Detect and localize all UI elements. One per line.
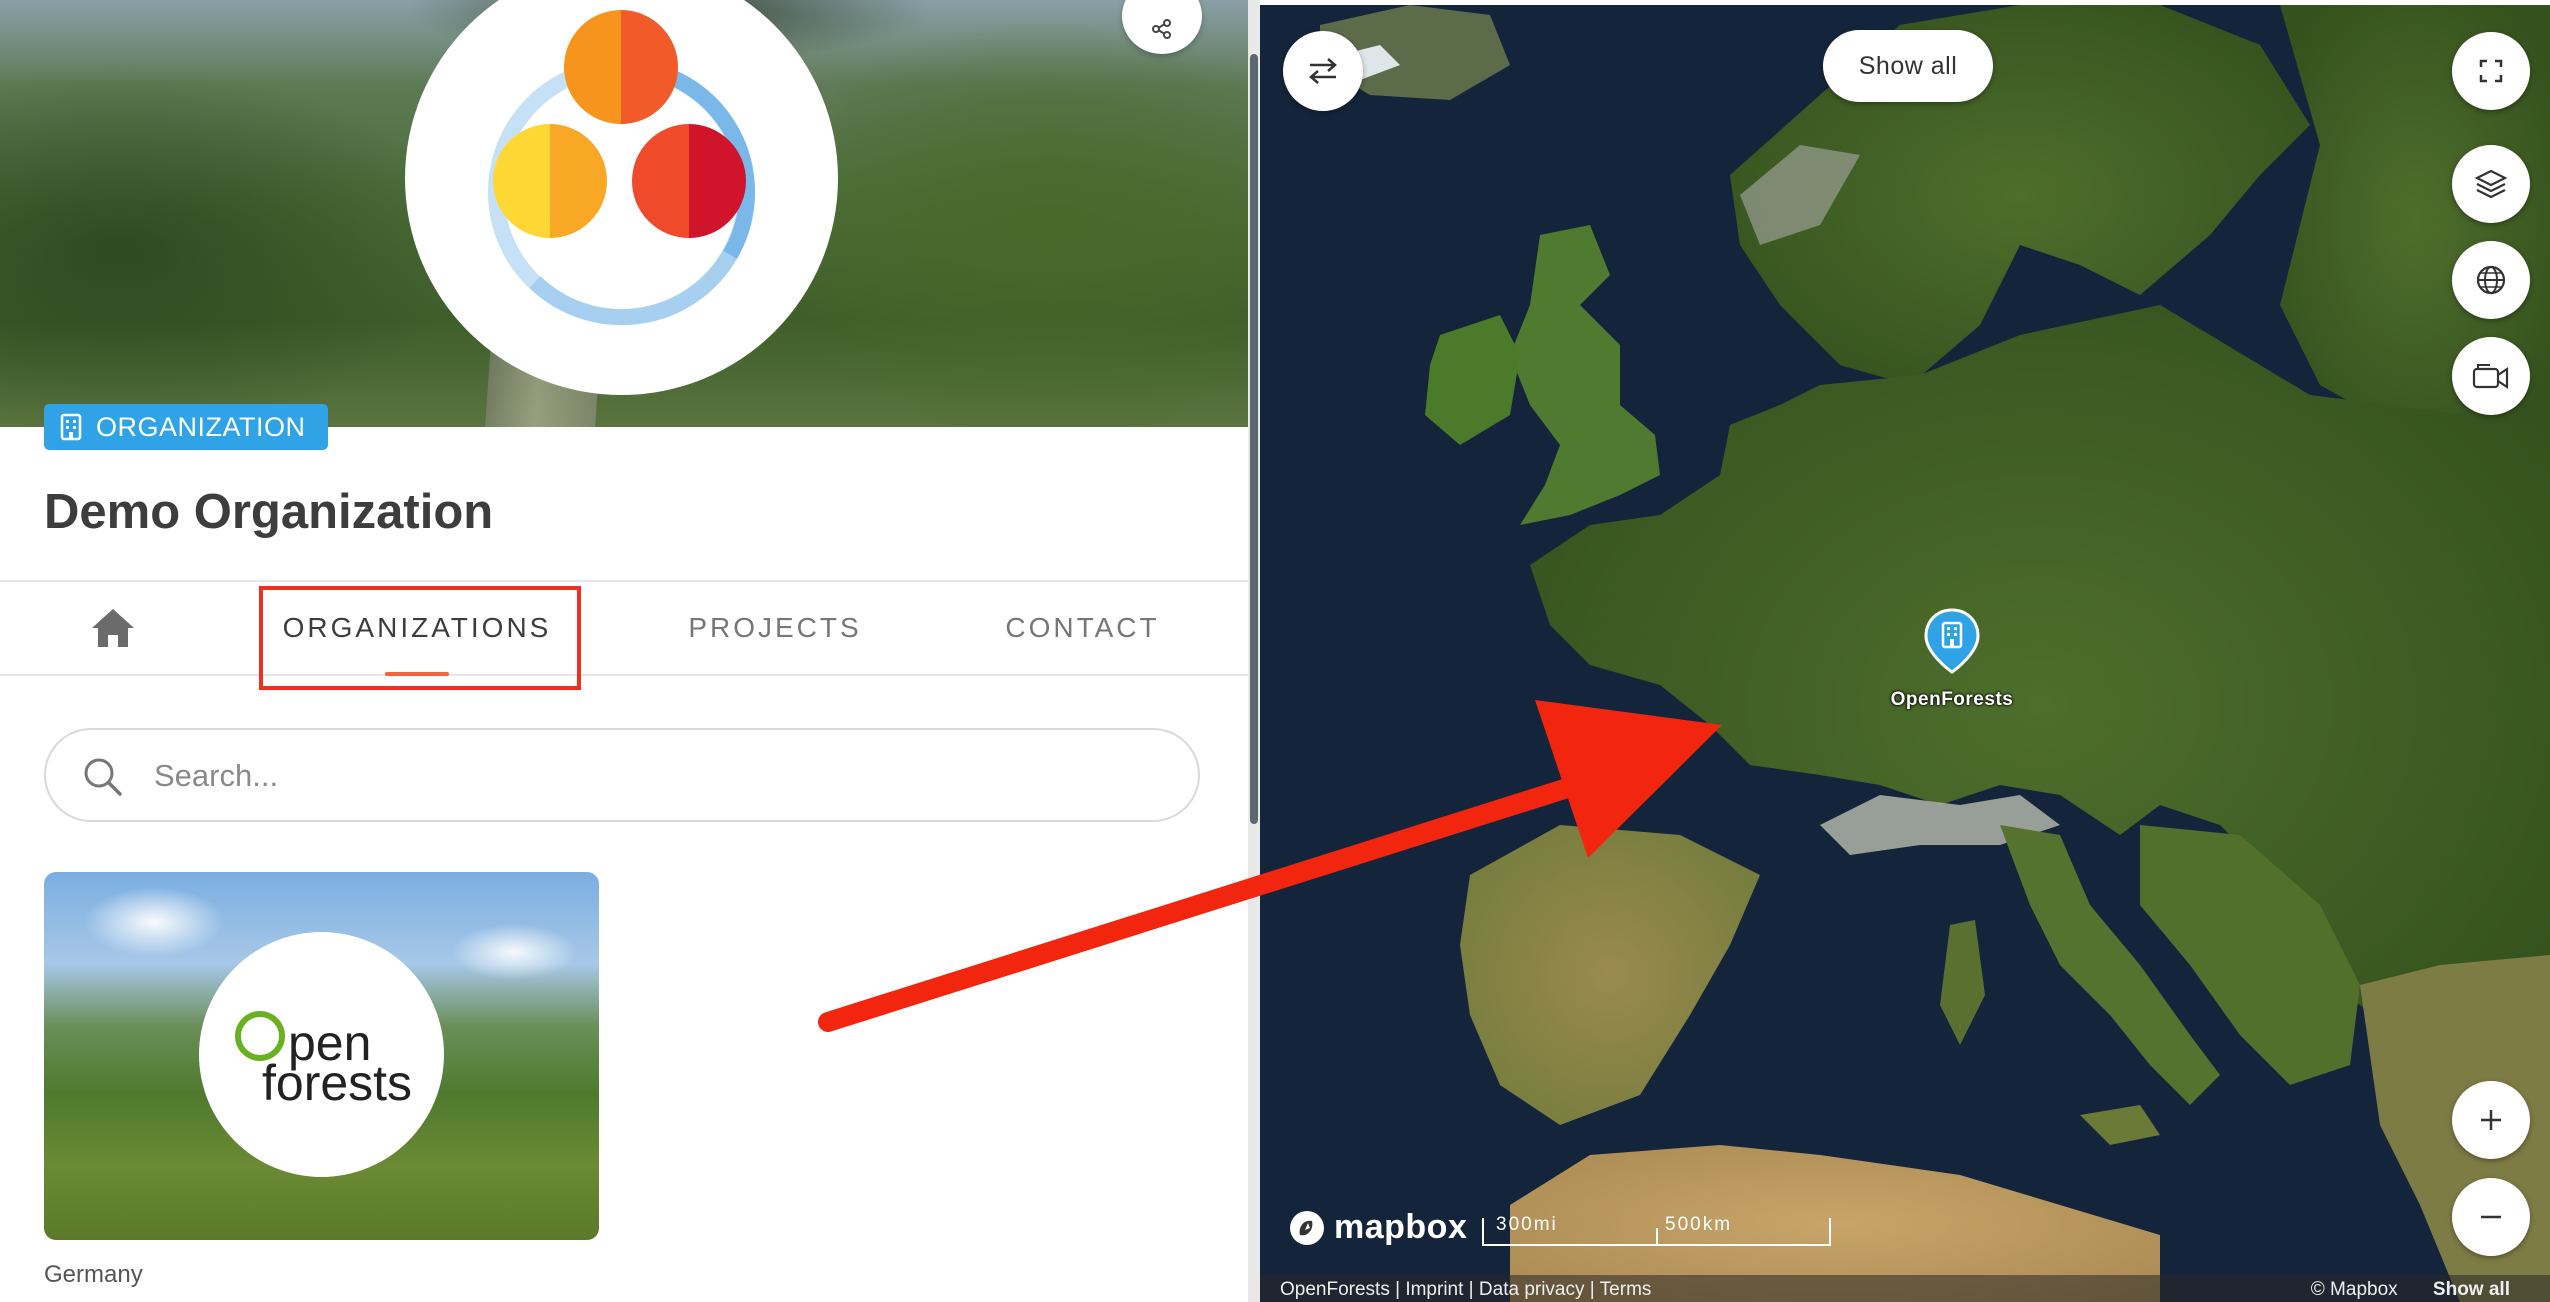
- attribution-right: © Mapbox Show all: [2311, 1279, 2510, 1301]
- home-icon: [91, 609, 134, 647]
- mapbox-logo-icon: [1290, 1210, 1324, 1245]
- organization-logo-graphic: [488, 10, 756, 326]
- organization-logo: [405, 0, 838, 395]
- organization-panel: ORGANIZATION Demo Organization ORGANIZAT…: [0, 0, 1248, 1302]
- scale-kilometers: 500km: [1665, 1214, 1733, 1235]
- openforests-logo: pen forests: [199, 932, 444, 1177]
- camera-button[interactable]: [2452, 337, 2530, 415]
- attribution-link-data-privacy[interactable]: Data privacy: [1479, 1279, 1585, 1300]
- scale-bar-divider: [1656, 1228, 1658, 1244]
- annotation-highlight-box: [259, 586, 581, 690]
- mapbox-logo[interactable]: mapbox: [1288, 1208, 1467, 1247]
- layers-button[interactable]: [2452, 145, 2530, 223]
- plus-icon: [2481, 1110, 2501, 1130]
- tab-contact[interactable]: CONTACT: [980, 582, 1185, 674]
- share-icon: [1152, 19, 1171, 39]
- attribution-link-openforests[interactable]: OpenForests: [1280, 1279, 1390, 1300]
- map-marker-icon[interactable]: [1924, 608, 1980, 690]
- scale-miles: 300mi: [1496, 1214, 1558, 1235]
- attribution-links: OpenForests | Imprint | Data privacy | T…: [1280, 1279, 1652, 1300]
- mapbox-logo-text: mapbox: [1334, 1208, 1468, 1246]
- swap-view-button[interactable]: [1283, 31, 1363, 111]
- organization-badge-label: ORGANIZATION: [96, 411, 306, 442]
- swap-icon: [1309, 58, 1337, 84]
- search-box[interactable]: [44, 728, 1200, 822]
- fullscreen-icon: [2479, 59, 2503, 83]
- openforests-logo-graphic: pen forests: [234, 1010, 412, 1110]
- building-icon: [60, 413, 82, 441]
- minus-icon: [2481, 1215, 2501, 1219]
- show-all-button[interactable]: Show all: [1823, 30, 1993, 102]
- globe-icon: [2476, 265, 2506, 295]
- fullscreen-button[interactable]: [2452, 32, 2530, 110]
- search-input[interactable]: [152, 748, 1156, 804]
- mapbox-copyright[interactable]: © Mapbox: [2311, 1279, 2398, 1300]
- attribution-link-imprint[interactable]: Imprint: [1405, 1279, 1463, 1300]
- organization-card-country: Germany: [44, 1261, 143, 1288]
- zoom-in-button[interactable]: [2452, 1081, 2530, 1159]
- satellite-map: [1260, 5, 2550, 1302]
- organization-card[interactable]: pen forests: [44, 872, 599, 1240]
- organization-type-badge: ORGANIZATION: [44, 404, 328, 450]
- zoom-out-button[interactable]: [2452, 1178, 2530, 1256]
- layers-icon: [2474, 169, 2508, 199]
- attribution-link-terms[interactable]: Terms: [1600, 1279, 1652, 1300]
- logo-text-bottom: forests: [262, 1055, 412, 1110]
- map-view[interactable]: Show all OpenForests mapbox 300mi 500km …: [1260, 5, 2550, 1302]
- attribution-show-all[interactable]: Show all: [2433, 1279, 2510, 1300]
- left-scrollbar-thumb[interactable]: [1250, 54, 1258, 824]
- tab-projects[interactable]: PROJECTS: [660, 582, 890, 674]
- globe-button[interactable]: [2452, 241, 2530, 319]
- camera-icon: [2472, 364, 2509, 390]
- tab-home[interactable]: [60, 582, 165, 674]
- map-marker-label: OpenForests: [1890, 689, 2014, 710]
- search-icon: [84, 758, 122, 796]
- tab-bar: ORGANIZATIONS PROJECTS CONTACT: [0, 580, 1248, 676]
- page-title: Demo Organization: [44, 485, 494, 539]
